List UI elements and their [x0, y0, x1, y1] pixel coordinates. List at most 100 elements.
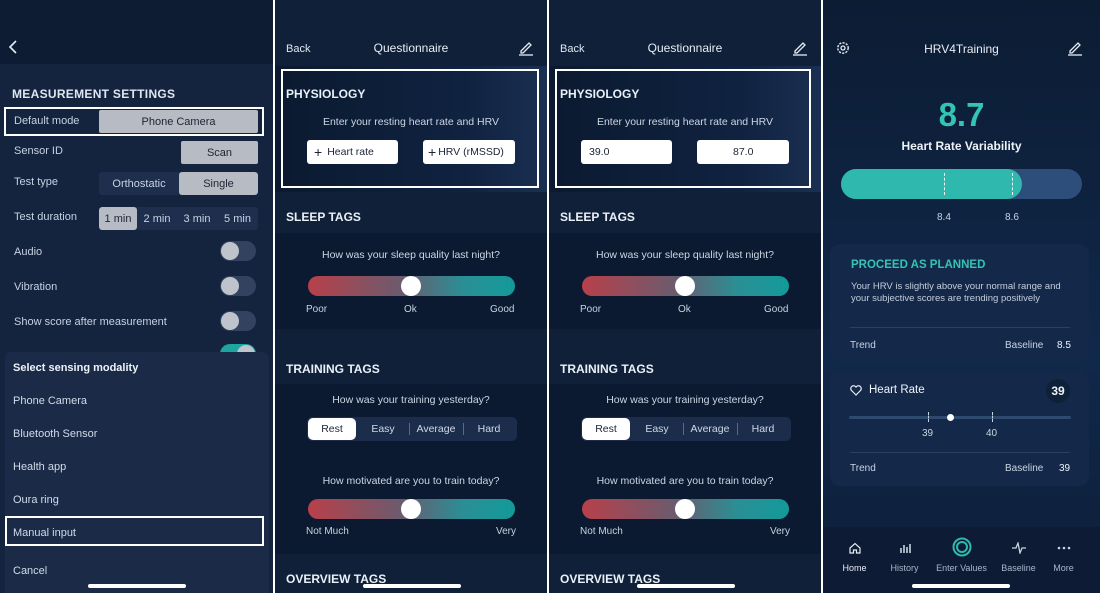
option-health-app[interactable]: Health app: [13, 461, 66, 473]
vibration-toggle[interactable]: [220, 276, 256, 296]
motivation-slider[interactable]: [308, 499, 515, 519]
training-hard[interactable]: Hard: [737, 417, 789, 441]
motivation-label-high: Very: [770, 526, 791, 537]
motivation-label-low: Not Much: [306, 526, 349, 537]
chevron-left-icon[interactable]: [8, 40, 18, 54]
training-segmented: Rest Easy Average Hard: [581, 417, 791, 441]
hrv-range-bar: [841, 169, 1082, 199]
training-title: TRAINING TAGS: [560, 362, 654, 376]
cancel-button[interactable]: Cancel: [13, 565, 47, 577]
page-title: Questionnaire: [373, 41, 449, 55]
audio-toggle[interactable]: [220, 241, 256, 261]
edit-icon[interactable]: [518, 40, 534, 56]
trend-label: Trend: [850, 340, 876, 351]
trend-label: Trend: [850, 463, 876, 474]
sleep-label-ok: Ok: [678, 304, 691, 315]
duration-3-min[interactable]: 3 min: [177, 207, 217, 230]
range-low-marker: [944, 173, 945, 195]
training-rest[interactable]: Rest: [308, 418, 356, 440]
motivation-slider-knob[interactable]: [675, 499, 695, 519]
hrv-dashboard-screen: HRV4Training 8.7 Heart Rate Variability …: [823, 0, 1100, 593]
default-mode-select[interactable]: Phone Camera: [99, 110, 258, 133]
test-type-single[interactable]: Single: [179, 172, 258, 195]
duration-2-min[interactable]: 2 min: [137, 207, 177, 230]
sleep-label-poor: Poor: [306, 304, 328, 315]
sleep-label-good: Good: [490, 304, 515, 315]
training-hard[interactable]: Hard: [463, 417, 515, 441]
nav-enter-values-label: Enter Values: [936, 563, 987, 573]
physiology-title: PHYSIOLOGY: [286, 87, 366, 101]
motivation-slider[interactable]: [582, 499, 789, 519]
nav-history[interactable]: History: [877, 541, 932, 573]
sleep-card: How was your sleep quality last night? P…: [549, 233, 821, 329]
advice-card: PROCEED AS PLANNED Your HRV is slightly …: [830, 244, 1089, 362]
motivation-label-high: Very: [496, 526, 517, 537]
show-score-toggle[interactable]: [220, 311, 256, 331]
hr-range-low-marker: [928, 412, 929, 422]
advice-title: PROCEED AS PLANNED: [851, 259, 986, 271]
training-average[interactable]: Average: [409, 417, 463, 441]
advice-text: Your HRV is slightly above your normal r…: [851, 281, 1061, 304]
edit-icon[interactable]: [792, 40, 808, 56]
duration-5-min[interactable]: 5 min: [217, 207, 258, 230]
training-easy[interactable]: Easy: [357, 417, 409, 441]
test-duration-label: Test duration: [14, 211, 77, 223]
hr-value-badge: 39: [1046, 379, 1070, 403]
motivation-slider-knob[interactable]: [401, 499, 421, 519]
nav-more[interactable]: More: [1036, 541, 1091, 573]
option-manual-input[interactable]: Manual input: [13, 527, 76, 539]
training-card: How was your training yesterday? Rest Ea…: [549, 384, 821, 554]
header: Back Questionnaire: [549, 0, 821, 64]
sleep-card: How was your sleep quality last night? P…: [275, 233, 547, 329]
sensor-id-label: Sensor ID: [14, 145, 63, 157]
sleep-slider-knob[interactable]: [675, 276, 695, 296]
nav-home[interactable]: Home: [827, 541, 882, 573]
hrv-value: 8.7: [938, 96, 985, 133]
training-average[interactable]: Average: [683, 417, 737, 441]
baseline-label: Baseline: [1005, 340, 1044, 351]
scan-button[interactable]: Scan: [181, 141, 258, 164]
heart-rate-card[interactable]: Heart Rate 39 39 40 Trend Baseline 39: [830, 372, 1089, 486]
show-score-label: Show score after measurement: [14, 316, 167, 328]
sleep-slider-knob[interactable]: [401, 276, 421, 296]
edit-icon[interactable]: [1067, 40, 1083, 56]
home-indicator: [363, 584, 461, 588]
nav-enter-values[interactable]: Enter Values: [934, 537, 989, 573]
hrv-placeholder: HRV (rMSSD): [438, 146, 504, 158]
motivation-question: How motivated are you to train today?: [596, 475, 774, 487]
heart-rate-input[interactable]: 39.0: [581, 140, 672, 164]
test-type-orthostatic[interactable]: Orthostatic: [99, 172, 179, 195]
home-icon: [848, 542, 861, 554]
sleep-question: How was your sleep quality last night?: [321, 249, 500, 261]
hr-current-dot: [947, 414, 954, 421]
sleep-slider[interactable]: [308, 276, 515, 296]
home-indicator: [912, 584, 1010, 588]
heart-rate-input[interactable]: + Heart rate: [307, 140, 398, 164]
sensing-modality-sheet: Select sensing modality Phone Camera Blu…: [5, 352, 269, 593]
training-rest[interactable]: Rest: [582, 418, 630, 440]
hrv-range-fill: [841, 169, 1022, 199]
training-easy[interactable]: Easy: [631, 417, 683, 441]
sleep-slider[interactable]: [582, 276, 789, 296]
duration-1-min[interactable]: 1 min: [99, 207, 137, 230]
sleep-title: SLEEP TAGS: [560, 210, 635, 224]
training-card: How was your training yesterday? Rest Ea…: [275, 384, 547, 554]
sleep-title: SLEEP TAGS: [286, 210, 361, 224]
physiology-prompt: Enter your resting heart rate and HRV: [322, 116, 500, 128]
nav-home-label: Home: [842, 563, 867, 573]
bar-chart-icon: [899, 544, 911, 553]
hrv-input[interactable]: 87.0: [697, 140, 789, 164]
hrv-input[interactable]: + HRV (rMSSD): [423, 140, 515, 164]
measure-circle-icon: [952, 537, 971, 557]
test-duration-segmented: 1 min 2 min 3 min 5 min: [99, 207, 258, 230]
home-indicator: [637, 584, 735, 588]
option-oura-ring[interactable]: Oura ring: [13, 494, 59, 506]
hr-title: Heart Rate: [869, 384, 925, 396]
audio-label: Audio: [14, 246, 43, 258]
physiology-card: PHYSIOLOGY Enter your resting heart rate…: [275, 66, 547, 192]
hr-baseline-value: 39: [1059, 463, 1071, 474]
option-phone-camera[interactable]: Phone Camera: [13, 395, 87, 407]
test-type-segmented: Orthostatic Single: [99, 172, 258, 195]
motivation-label-low: Not Much: [580, 526, 623, 537]
option-bluetooth-sensor[interactable]: Bluetooth Sensor: [13, 428, 97, 440]
